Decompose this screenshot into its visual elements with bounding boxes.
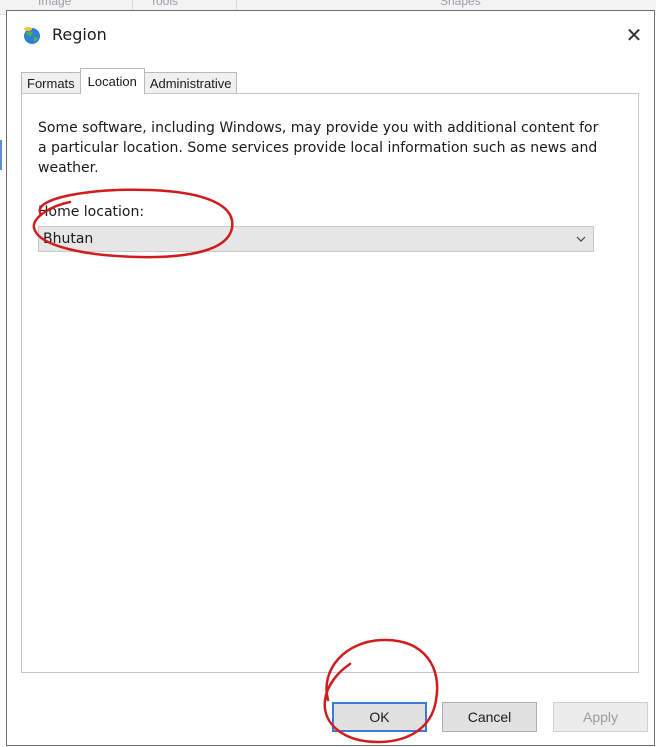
location-description: Some software, including Windows, may pr… (38, 120, 599, 176)
tab-strip: Formats Location Administrative (21, 68, 238, 94)
home-location-label: Home location: (38, 204, 145, 220)
background-menu-tools: Tools (150, 0, 179, 8)
home-location-value: Bhutan (43, 231, 94, 247)
apply-button[interactable]: Apply (553, 702, 648, 732)
background-menu-image: Image (38, 0, 72, 8)
title-bar[interactable]: Region ✕ (7, 11, 654, 59)
close-button[interactable]: ✕ (620, 21, 648, 49)
tab-location[interactable]: Location (79, 68, 145, 94)
location-panel: Some software, including Windows, may pr… (21, 93, 639, 673)
tab-formats[interactable]: Formats (21, 72, 81, 94)
chevron-down-icon (576, 236, 586, 242)
background-menu-shapes: Shapes (440, 0, 481, 8)
background-window-edge (0, 140, 2, 170)
ok-button[interactable]: OK (332, 702, 427, 732)
region-dialog: Region ✕ Formats Location Administrative… (6, 10, 655, 746)
home-location-dropdown[interactable]: Bhutan (38, 226, 594, 252)
dialog-title: Region (52, 25, 107, 44)
tab-administrative[interactable]: Administrative (143, 72, 238, 94)
cancel-button[interactable]: Cancel (442, 702, 537, 732)
globe-icon (24, 27, 40, 44)
close-icon: ✕ (625, 23, 643, 47)
